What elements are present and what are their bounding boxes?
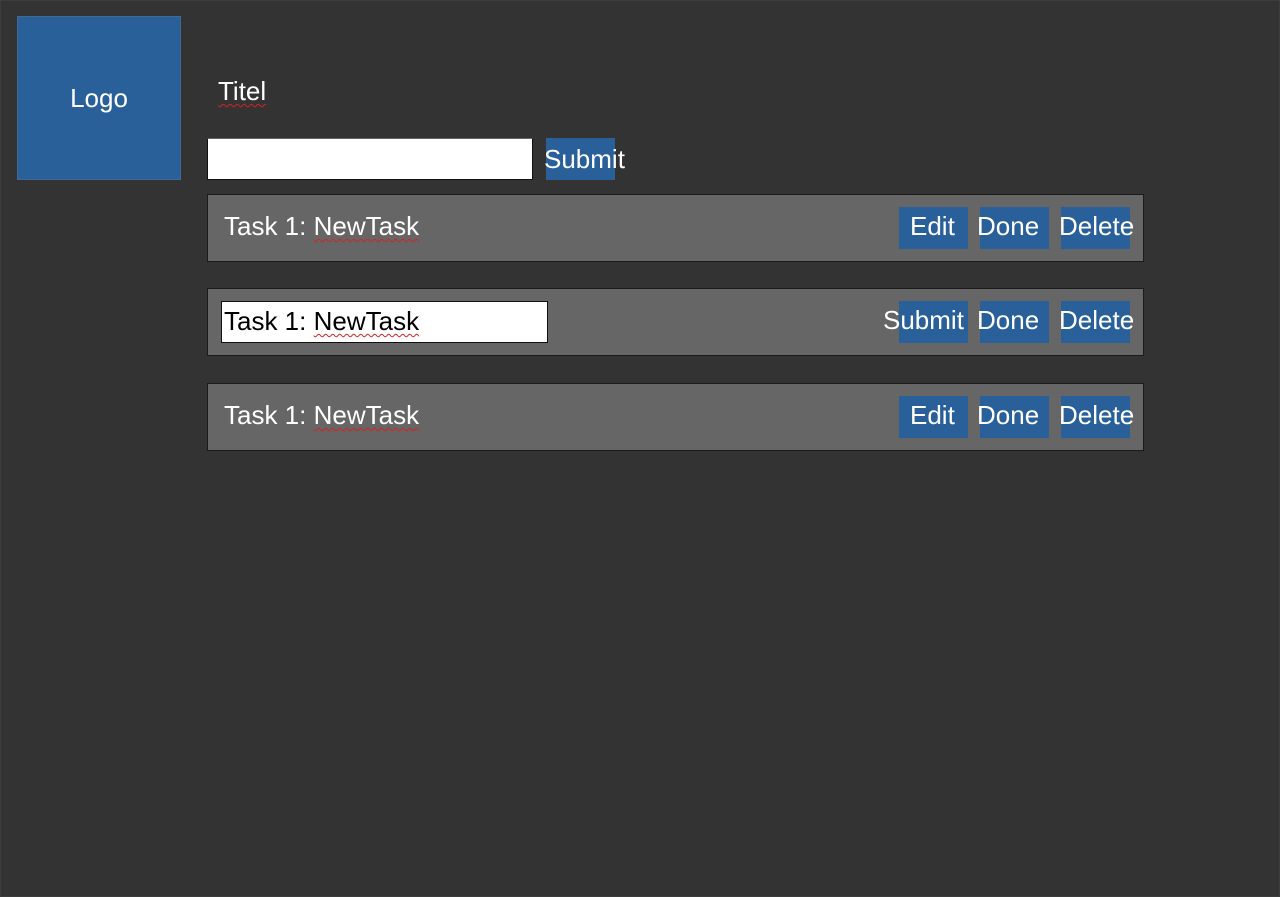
task-name: NewTask bbox=[313, 306, 420, 336]
delete-button-label[interactable]: Delete bbox=[1059, 305, 1134, 335]
page-title: Titel bbox=[218, 76, 266, 106]
task-name: NewTask bbox=[313, 400, 420, 430]
delete-button-label[interactable]: Delete bbox=[1059, 211, 1134, 241]
new-task-input[interactable] bbox=[207, 138, 533, 180]
task-prefix: Task 1: bbox=[224, 400, 314, 430]
task-prefix: Task 1: bbox=[224, 306, 314, 336]
task-row: Task 1: NewTask Edit Done Delete bbox=[207, 383, 1144, 451]
edit-button-label[interactable]: Edit bbox=[910, 400, 955, 430]
task-prefix: Task 1: bbox=[224, 211, 314, 241]
task-text: Task 1: NewTask bbox=[224, 400, 419, 430]
task-name: NewTask bbox=[313, 211, 420, 241]
logo-label: Logo bbox=[70, 82, 128, 113]
page-title-text: Titel bbox=[218, 76, 267, 106]
task-row-editing: Task 1: NewTask Submit Done Delete bbox=[207, 288, 1144, 356]
done-button-label[interactable]: Done bbox=[977, 211, 1039, 241]
task-edit-input[interactable]: Task 1: NewTask bbox=[221, 301, 548, 343]
task-text: Task 1: NewTask bbox=[224, 211, 419, 241]
delete-button-label[interactable]: Delete bbox=[1059, 400, 1134, 430]
logo: Logo bbox=[17, 16, 181, 180]
done-button-label[interactable]: Done bbox=[977, 400, 1039, 430]
new-task-submit-label[interactable]: Submit bbox=[544, 144, 625, 174]
edit-button-label[interactable]: Edit bbox=[910, 211, 955, 241]
done-button-label[interactable]: Done bbox=[977, 305, 1039, 335]
task-row: Task 1: NewTask Edit Done Delete bbox=[207, 194, 1144, 262]
task-submit-button-label[interactable]: Submit bbox=[883, 305, 964, 335]
